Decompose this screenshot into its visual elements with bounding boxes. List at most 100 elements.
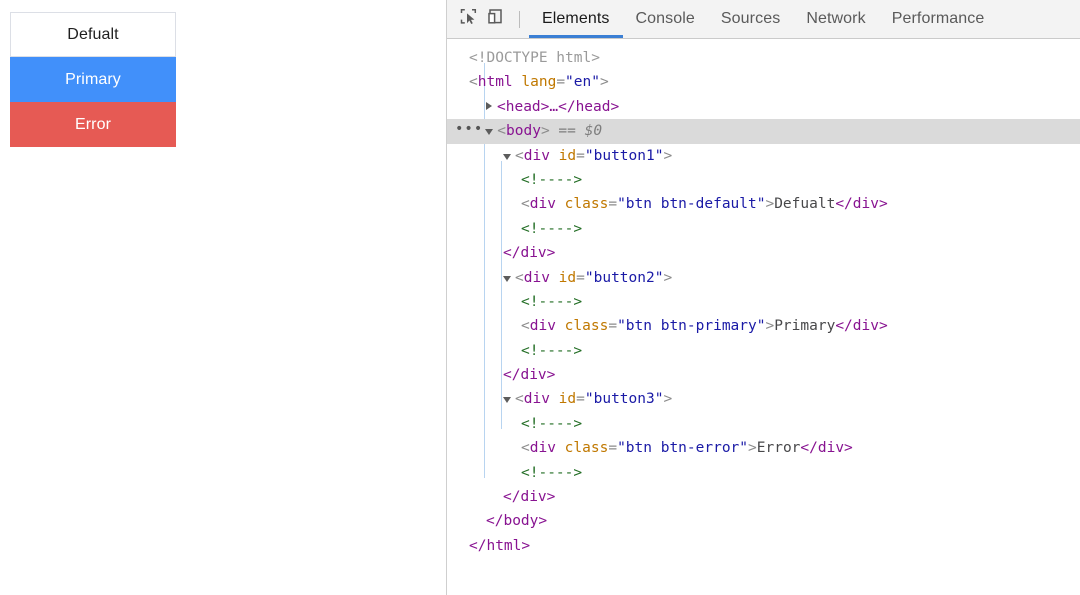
button1-id-attr-value: "button1" [585,148,664,164]
collapse-triangle-icon[interactable] [503,276,511,282]
button2-close-tag: </div> [503,367,555,383]
btn-default-tag-name: div [530,196,556,212]
button2-id-attr-value: "button2" [585,270,664,286]
btn-error-class-attr-value: "btn btn-error" [617,440,748,456]
inspect-element-button[interactable] [455,6,482,33]
tab-network[interactable]: Network [793,0,878,38]
browser-window: Defualt Primary Error [0,0,1080,595]
dom-node-comment[interactable]: <!----> [446,461,1080,485]
more-options-icon[interactable]: ••• [455,117,483,141]
html-lang-eq: = [556,74,565,90]
button3-id-eq: = [576,391,585,407]
button-error-label: Error [75,117,111,133]
btn-default-open-bracket: < [521,196,530,212]
button-error[interactable]: Error [10,102,176,147]
button-primary-label: Primary [65,72,121,88]
device-toolbar-button[interactable] [482,6,509,33]
btn-default-class-attr-value: "btn btn-default" [617,196,765,212]
button3-open-bracket: < [515,391,524,407]
dom-node-button3-open[interactable]: <div id="button3"> [446,387,1080,411]
dom-node-button1-close[interactable]: </div> [446,241,1080,265]
button1-close-tag: </div> [503,245,555,261]
button3-close-tag: </div> [503,489,555,505]
button2-id-eq: = [576,270,585,286]
btn-default-class-attr-name: class [565,196,609,212]
tab-performance[interactable]: Performance [879,0,998,38]
button-primary[interactable]: Primary [10,57,176,102]
button2-tag-name: div [524,270,550,286]
body-tag-name: body [506,123,541,139]
dom-node-btn-default[interactable]: <div class="btn btn-default">Defualt</di… [446,192,1080,216]
btn-default-class-eq: = [608,196,617,212]
button-default[interactable]: Defualt [10,12,176,57]
btn-primary-class-attr-value: "btn btn-primary" [617,318,765,334]
dom-node-button1-open[interactable]: <div id="button1"> [446,144,1080,168]
dom-node-html-open[interactable]: <html lang="en"> [446,70,1080,94]
dom-node-comment[interactable]: <!----> [446,290,1080,314]
inspect-element-icon [459,7,478,31]
expand-triangle-icon[interactable] [486,102,492,110]
btn-error-text: Error [757,440,801,456]
button2-open-bracket: < [515,270,524,286]
dom-node-head[interactable]: <head>…</head> [446,95,1080,119]
dom-node-html-close[interactable]: </html> [446,534,1080,558]
tab-elements[interactable]: Elements [529,0,623,38]
comment-text: <!----> [521,465,582,481]
btn-default-text: Defualt [774,196,835,212]
toolbar-separator [519,11,520,28]
dom-node-btn-error[interactable]: <div class="btn btn-error">Error</div> [446,436,1080,460]
tab-performance-label: Performance [892,10,985,28]
collapse-triangle-icon[interactable] [503,397,511,403]
btn-primary-class-attr-name: class [565,318,609,334]
button1-open-bracket: < [515,148,524,164]
collapse-triangle-icon[interactable] [503,154,511,160]
btn-error-open-bracket: < [521,440,530,456]
tab-sources-label: Sources [721,10,780,28]
dom-tree[interactable]: <!DOCTYPE html> <html lang="en"> <head>…… [446,39,1080,595]
pane-divider-handle[interactable] [446,0,447,595]
btn-primary-text: Primary [774,318,835,334]
btn-default-gt: > [765,196,774,212]
tab-console[interactable]: Console [623,0,708,38]
comment-text: <!----> [521,343,582,359]
dom-node-comment[interactable]: <!----> [446,412,1080,436]
btn-error-tag-name: div [530,440,556,456]
button1-id-eq: = [576,148,585,164]
collapse-triangle-icon[interactable] [485,129,493,135]
button3-id-attr-name: id [559,391,576,407]
dom-node-body[interactable]: •••<body> == $0 [446,119,1080,143]
comment-text: <!----> [521,221,582,237]
btn-error-close-tag: </div> [800,440,852,456]
dom-node-comment[interactable]: <!----> [446,339,1080,363]
head-collapsed-text: <head>…</head> [497,99,619,115]
dom-node-comment[interactable]: <!----> [446,168,1080,192]
html-lang-attr-name: lang [521,74,556,90]
dom-node-button3-close[interactable]: </div> [446,485,1080,509]
devtools-toolbar: Elements Console Sources Network Perform… [446,0,1080,39]
html-lang-attr-value: "en" [565,74,600,90]
body-close-bracket: > [541,123,550,139]
body-close-tag: </body> [486,513,547,529]
button1-gt: > [663,148,672,164]
button1-tag-name: div [524,148,550,164]
body-selection-marker: == $0 [558,123,602,139]
tab-network-label: Network [806,10,865,28]
dom-node-comment[interactable]: <!----> [446,217,1080,241]
button3-gt: > [663,391,672,407]
btn-error-gt: > [748,440,757,456]
dom-node-btn-primary[interactable]: <div class="btn btn-primary">Primary</di… [446,314,1080,338]
btn-primary-tag-name: div [530,318,556,334]
dom-node-button2-open[interactable]: <div id="button2"> [446,266,1080,290]
tab-sources[interactable]: Sources [708,0,793,38]
dom-node-button2-close[interactable]: </div> [446,363,1080,387]
tab-console-label: Console [636,10,695,28]
button3-id-attr-value: "button3" [585,391,664,407]
button1-id-attr-name: id [559,148,576,164]
comment-text: <!----> [521,416,582,432]
btn-primary-open-bracket: < [521,318,530,334]
dom-node-doctype[interactable]: <!DOCTYPE html> [446,46,1080,70]
html-close-bracket: > [600,74,609,90]
comment-text: <!----> [521,294,582,310]
device-toolbar-icon [486,7,505,31]
dom-node-body-close[interactable]: </body> [446,509,1080,533]
